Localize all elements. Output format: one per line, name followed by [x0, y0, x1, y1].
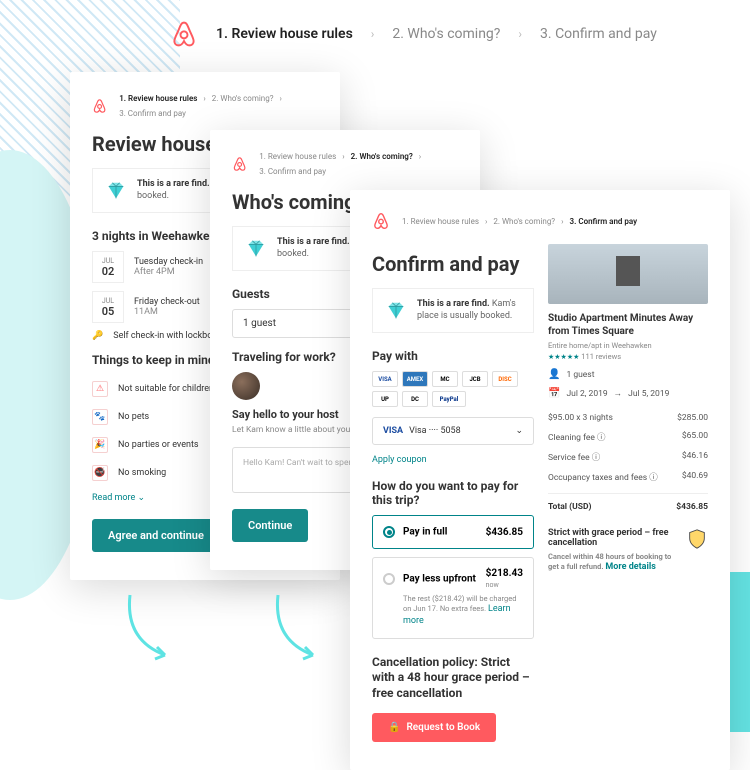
- lock-icon: 🔒: [388, 722, 400, 733]
- date-box: JUL05: [92, 291, 124, 323]
- date-line: 📅Jul 2, 2019→Jul 5, 2019: [548, 388, 708, 399]
- mastercard-icon: MC: [432, 371, 458, 387]
- amex-icon: AMEX: [402, 371, 428, 387]
- chevron-down-icon: ⌄: [138, 493, 146, 503]
- price-row: Service fee ⓘ$46.16: [548, 447, 708, 467]
- pay-less-option[interactable]: Pay less upfront$218.43now The rest ($21…: [372, 557, 534, 638]
- mini-stepper: 1. Review house rules› 2. Who's coming?›…: [259, 152, 458, 176]
- rare-find-banner: This is a rare find. Kam's place is usua…: [372, 288, 534, 333]
- visa-icon: VISA: [372, 371, 398, 387]
- apply-coupon-link[interactable]: Apply coupon: [372, 455, 534, 465]
- listing-type: Entire home/apt in Weehawken: [548, 341, 708, 350]
- request-book-button[interactable]: 🔒Request to Book: [372, 713, 496, 742]
- jcb-icon: JCB: [462, 371, 488, 387]
- user-icon: 👤: [548, 369, 560, 380]
- price-row: Cleaning fee ⓘ$65.00: [548, 427, 708, 447]
- no-smoking-icon: 🚭: [92, 465, 108, 481]
- star-icon: ★★★★★: [548, 353, 579, 361]
- diamond-icon: [385, 300, 407, 322]
- strict-policy: Strict with grace period – free cancella…: [548, 528, 708, 573]
- host-avatar: [232, 372, 260, 400]
- listing-thumb: [548, 244, 708, 304]
- step-3[interactable]: 3. Confirm and pay: [540, 26, 657, 42]
- more-details-link[interactable]: More details: [605, 562, 655, 572]
- mini-stepper: 1. Review house rules› 2. Who's coming?›…: [402, 217, 637, 226]
- cancel-policy-title: Cancellation policy: Strict with a 48 ho…: [372, 655, 534, 702]
- no-children-icon: ⚠: [92, 381, 108, 397]
- price-row: $95.00 x 3 nights$285.00: [548, 409, 708, 427]
- diamond-icon: [245, 238, 267, 260]
- diners-icon: DC: [402, 391, 428, 407]
- discover-icon: DISC: [492, 371, 518, 387]
- pay-full-option[interactable]: Pay in full$436.85: [372, 515, 534, 549]
- listing-title: Studio Apartment Minutes Away from Times…: [548, 312, 708, 338]
- radio-on-icon: [383, 526, 395, 538]
- top-stepper: 1. Review house rules › 2. Who's coming?…: [170, 20, 720, 48]
- step-2[interactable]: 2. Who's coming?: [392, 26, 500, 42]
- total-row: Total (USD)$436.85: [548, 493, 708, 516]
- guest-line: 👤1 guest: [548, 369, 708, 380]
- mini-stepper: 1. Review house rules› 2. Who's coming?›…: [119, 94, 318, 118]
- airbnb-logo-icon: [92, 97, 107, 115]
- step-1[interactable]: 1. Review house rules: [216, 26, 353, 42]
- no-parties-icon: 🎉: [92, 437, 108, 453]
- chevron-down-icon: ⌄: [515, 426, 523, 436]
- paypal-icon: PayPal: [432, 391, 466, 407]
- page-title: Confirm and pay: [372, 252, 534, 276]
- price-row: Occupancy taxes and fees ⓘ$40.69: [548, 467, 708, 487]
- confirm-pay-card: 1. Review house rules› 2. Who's coming?›…: [350, 190, 730, 770]
- chevron-icon: ›: [371, 27, 375, 41]
- radio-off-icon: [383, 573, 395, 585]
- no-pets-icon: 🐾: [92, 409, 108, 425]
- payment-logos: VISA AMEX MC JCB DISC UP DC PayPal: [372, 371, 534, 407]
- airbnb-logo-icon: [232, 155, 247, 173]
- airbnb-logo-icon: [372, 212, 390, 230]
- shield-icon: [686, 528, 708, 550]
- date-box: JUL02: [92, 251, 124, 283]
- continue-button[interactable]: Continue: [232, 509, 308, 542]
- paywith-title: Pay with: [372, 349, 534, 363]
- airbnb-logo-icon: [170, 20, 198, 48]
- diamond-icon: [105, 180, 127, 202]
- calendar-icon: 📅: [548, 388, 560, 399]
- agree-continue-button[interactable]: Agree and continue: [92, 519, 220, 552]
- key-icon: 🔑: [92, 331, 103, 341]
- chevron-icon: ›: [518, 27, 522, 41]
- howpay-title: How do you want to pay for this trip?: [372, 479, 534, 507]
- card-dropdown[interactable]: VISAVisa ···· 5058 ⌄: [372, 417, 534, 445]
- unionpay-icon: UP: [372, 391, 398, 407]
